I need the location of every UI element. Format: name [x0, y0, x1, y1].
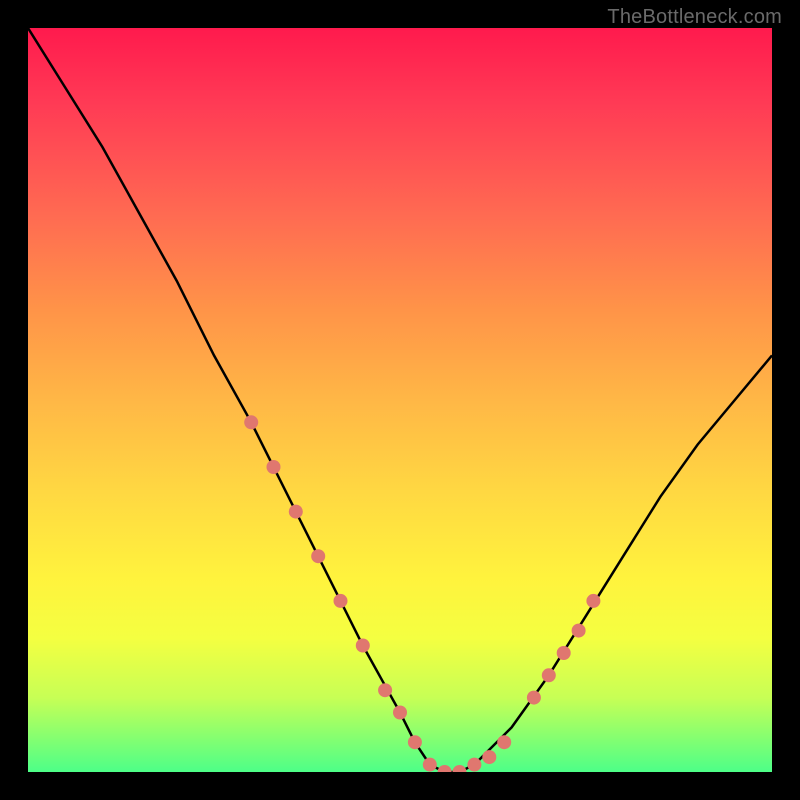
marker-dot — [586, 594, 600, 608]
marker-dot — [497, 735, 511, 749]
marker-dot — [453, 765, 467, 772]
marker-dot — [311, 549, 325, 563]
marker-dot — [267, 460, 281, 474]
marker-dot — [557, 646, 571, 660]
marker-dot — [393, 706, 407, 720]
marker-dot — [527, 691, 541, 705]
marker-dot — [423, 758, 437, 772]
marker-dots — [244, 415, 600, 772]
curve-line — [28, 28, 772, 772]
main-curve — [28, 28, 772, 772]
marker-dot — [572, 624, 586, 638]
marker-dot — [356, 639, 370, 653]
plot-area — [28, 28, 772, 772]
marker-dot — [482, 750, 496, 764]
marker-dot — [408, 735, 422, 749]
attribution-text: TheBottleneck.com — [607, 6, 782, 29]
marker-dot — [438, 765, 452, 772]
marker-dot — [467, 758, 481, 772]
marker-dot — [334, 594, 348, 608]
chart-svg — [28, 28, 772, 772]
chart-frame: TheBottleneck.com — [0, 0, 800, 800]
marker-dot — [542, 668, 556, 682]
marker-dot — [378, 683, 392, 697]
marker-dot — [289, 505, 303, 519]
marker-dot — [244, 415, 258, 429]
